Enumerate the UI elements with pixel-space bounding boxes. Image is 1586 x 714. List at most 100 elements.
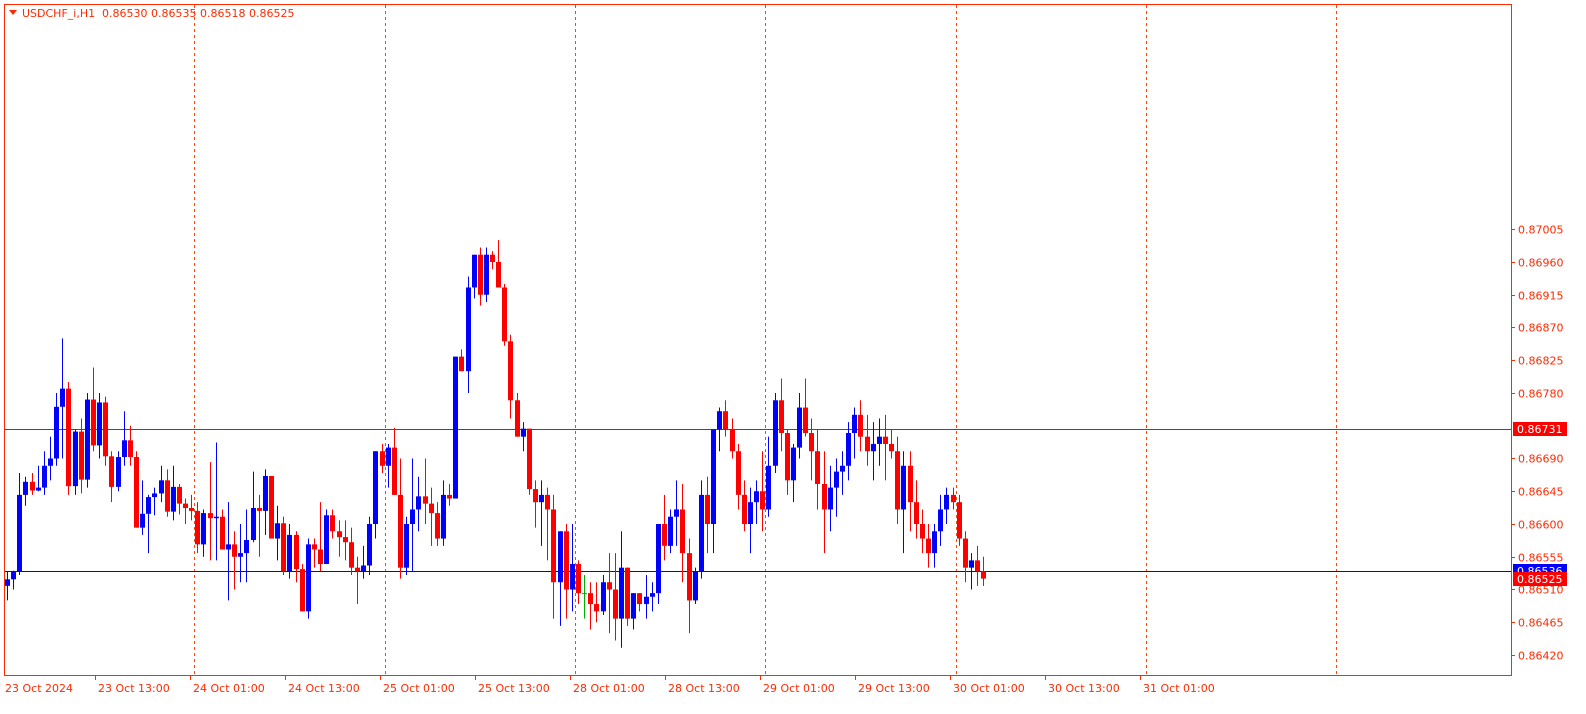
candle-body [662,524,667,546]
candle-body [220,516,225,550]
candle-body [429,503,434,514]
candle-body [545,494,550,510]
candle-body [244,540,249,554]
candle[interactable] [773,393,778,474]
candle-body [73,431,78,487]
candle[interactable] [269,475,274,539]
candle[interactable] [324,509,329,565]
candle[interactable] [502,283,507,346]
candle[interactable] [693,567,698,605]
candle-body [361,565,366,572]
candle[interactable] [103,396,108,466]
candle-body [312,544,317,550]
candle-body [404,524,409,568]
candle[interactable] [85,393,90,488]
candle-body [152,493,157,498]
candle-body [343,537,348,543]
candle-body [116,457,121,487]
candle-body [159,480,164,494]
candle-body [951,494,956,503]
x-tick-label: 23 Oct 2024 [5,682,73,695]
y-tick-label: 0.86870 [1518,322,1564,335]
candle[interactable] [73,429,78,495]
candle[interactable] [484,247,489,303]
candle-body [631,593,636,619]
candle-body [214,516,219,519]
price-tag-label: 0.86525 [1517,573,1563,586]
candle[interactable] [527,428,532,495]
candle[interactable] [300,564,305,612]
symbol-label: USDCHF_i,H1 [22,7,95,20]
candle-body [840,465,845,472]
candle-body [938,509,943,532]
candle-body [834,471,839,488]
ohlc-readout: 0.86530 0.86535 0.86518 0.86525 [102,7,294,20]
y-tick-label: 0.87005 [1518,224,1564,237]
y-tick-label: 0.86420 [1518,650,1564,663]
y-tick-label: 0.86465 [1518,617,1564,630]
y-tick-label: 0.86780 [1518,388,1564,401]
candle-body [803,407,808,434]
candle[interactable] [404,516,409,575]
candle-body [60,388,65,407]
candle-body [650,593,655,597]
candle[interactable] [281,516,286,575]
candle-body [975,560,980,572]
candle-body [380,451,385,466]
candle-body [515,400,520,437]
candle-body [601,582,606,612]
candle[interactable] [116,451,121,492]
candle-body [687,553,692,601]
candle[interactable] [699,480,704,579]
candle-body [472,254,477,288]
candle[interactable] [625,567,630,626]
candle-body [693,571,698,601]
x-tick-label: 24 Oct 13:00 [288,682,360,695]
candle-body [613,589,618,619]
candle-body [263,475,268,511]
y-tick-label: 0.86645 [1518,486,1564,499]
candle-body [275,523,280,539]
candle[interactable] [134,451,139,528]
candle-body [570,564,575,590]
x-tick-label: 31 Oct 01:00 [1143,682,1215,695]
candle-body [926,538,931,554]
candle-body [373,451,378,524]
candle-body [146,497,151,514]
candle-body [551,509,556,583]
candle[interactable] [66,382,71,495]
candle-body [539,494,544,503]
x-tick-label: 29 Oct 01:00 [763,682,835,695]
candle[interactable] [957,494,962,546]
candle-body [103,402,108,457]
candle-body [766,465,771,510]
candle-body [97,402,102,446]
x-tick-label: 25 Oct 01:00 [383,682,455,695]
candle-body [208,513,213,519]
candle-body [564,531,569,590]
y-tick-label: 0.86600 [1518,519,1564,532]
candle-body [815,451,820,484]
candle-body [318,549,323,565]
candle-body [410,509,415,524]
candle-body [226,544,231,550]
candle-body [773,400,778,466]
candle-body [969,560,974,568]
candle-body [889,443,894,452]
chart-window[interactable]: 0.87005 0.86960 0.86915 0.86870 0.86825 0.867… [0,0,1586,710]
candle-body [877,436,882,444]
candle-body [85,399,90,480]
candle-body [128,440,133,458]
candle-body [791,447,796,481]
x-tick-label: 28 Oct 13:00 [668,682,740,695]
candle[interactable] [306,538,311,619]
candle-body [79,431,84,480]
candle-body [865,436,870,452]
candle-body [294,534,299,570]
candlestick-chart[interactable]: 0.87005 0.86960 0.86915 0.86870 0.86825 0.867… [0,0,1586,710]
candle-body [54,406,59,459]
candle-body [582,593,587,595]
candle[interactable] [453,356,458,499]
candle[interactable] [656,524,661,605]
price-tag: 0.86525 [1513,572,1567,586]
